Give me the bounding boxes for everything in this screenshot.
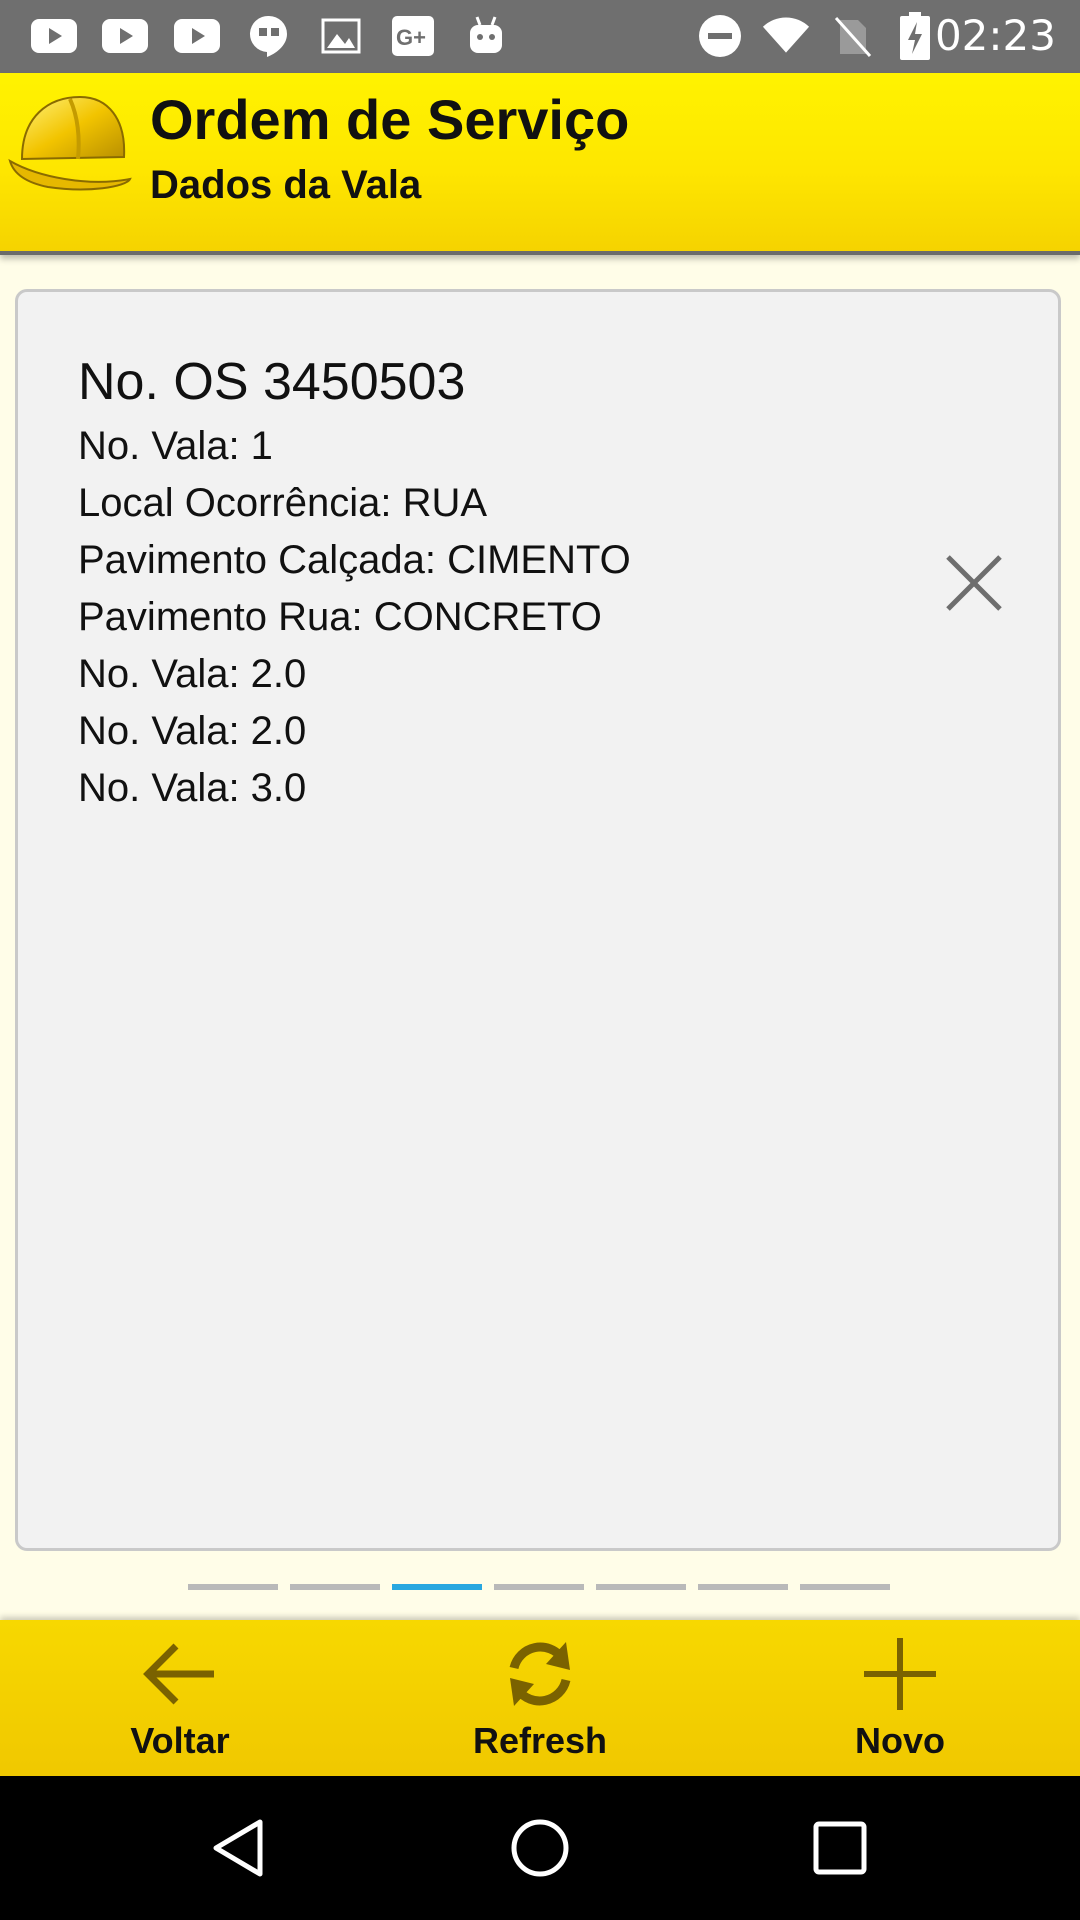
hard-hat-icon [8, 95, 132, 191]
refresh-button-label: Refresh [472, 1720, 608, 1761]
page-subtitle: Dados da Vala [150, 163, 422, 207]
page-indicator [188, 1584, 892, 1590]
plus-icon [864, 1638, 936, 1710]
service-order-card[interactable]: No. OS 3450503 No. Vala: 1 Local Ocorrên… [15, 289, 1061, 1551]
page-indicator-dot-active[interactable] [392, 1584, 482, 1590]
youtube-icon [30, 14, 78, 58]
card-line-vala: No. Vala: 1 [78, 424, 273, 468]
card-line-vala-3: No. Vala: 2.0 [78, 709, 307, 753]
card-title: No. OS 3450503 [78, 353, 466, 411]
new-button-label: Novo [855, 1720, 945, 1761]
refresh-button[interactable]: Refresh [420, 1620, 660, 1776]
page-indicator-dot[interactable] [698, 1584, 788, 1590]
do-not-disturb-icon [696, 14, 744, 58]
page-title: Ordem de Serviço [150, 88, 630, 151]
page-indicator-dot[interactable] [596, 1584, 686, 1590]
hangouts-icon [245, 14, 293, 58]
android-icon [462, 14, 510, 58]
app-header: Ordem de Serviço Dados da Vala [0, 73, 1080, 255]
page-indicator-dot[interactable] [188, 1584, 278, 1590]
page-indicator-dot[interactable] [800, 1584, 890, 1590]
new-button[interactable]: Novo [780, 1620, 1020, 1776]
arrow-left-icon [143, 1643, 214, 1705]
status-time: 02:23 [934, 11, 1056, 60]
card-line-vala-4: No. Vala: 3.0 [78, 766, 307, 810]
refresh-icon [509, 1642, 571, 1706]
google-plus-icon: G+ [389, 14, 437, 58]
youtube-icon [101, 14, 149, 58]
svg-text:G+: G+ [396, 25, 426, 50]
system-navigation-bar [0, 1776, 1080, 1920]
home-circle-icon[interactable] [508, 1816, 572, 1880]
card-line-vala-2: No. Vala: 2.0 [78, 652, 307, 696]
page-indicator-dot[interactable] [494, 1584, 584, 1590]
back-button-label: Voltar [130, 1720, 230, 1761]
no-sim-icon [828, 14, 876, 58]
close-icon[interactable] [938, 547, 1010, 619]
card-line-pavimento-rua: Pavimento Rua: CONCRETO [78, 595, 602, 639]
action-bar: Voltar Refresh Novo [0, 1620, 1080, 1776]
back-triangle-icon[interactable] [208, 1816, 272, 1880]
status-bar: G+ 02:23 [0, 0, 1080, 73]
back-button[interactable]: Voltar [60, 1620, 300, 1776]
recents-square-icon[interactable] [808, 1816, 872, 1880]
image-icon [317, 14, 365, 58]
battery-charging-icon [891, 12, 939, 60]
page-indicator-dot[interactable] [290, 1584, 380, 1590]
wifi-icon [762, 14, 810, 58]
card-line-local: Local Ocorrência: RUA [78, 481, 488, 525]
youtube-icon [173, 14, 221, 58]
card-line-pavimento-calcada: Pavimento Calçada: CIMENTO [78, 538, 631, 582]
